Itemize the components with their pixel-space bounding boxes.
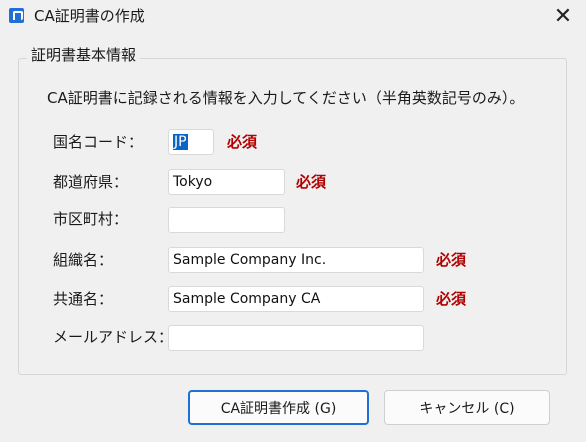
city-label: 市区町村：	[53, 210, 129, 228]
state-required-badge: 必須	[296, 173, 327, 191]
country-field[interactable]: JP	[168, 129, 214, 155]
close-button[interactable]: ✕	[540, 0, 586, 32]
organization-label: 組織名：	[53, 251, 114, 269]
organization-field[interactable]: Sample Company Inc.	[168, 247, 424, 273]
organization-required-badge: 必須	[436, 251, 467, 269]
app-icon	[9, 8, 24, 23]
state-label: 都道府県：	[53, 173, 129, 191]
country-required-badge: 必須	[227, 133, 258, 151]
instructions-text: CA証明書に記録される情報を入力してください（半角英数記号のみ）。	[47, 89, 525, 107]
email-field[interactable]	[168, 325, 424, 351]
cancel-button[interactable]: キャンセル (C)	[384, 390, 550, 425]
email-label: メールアドレス：	[53, 328, 174, 346]
common-name-required-badge: 必須	[436, 290, 467, 308]
city-field[interactable]	[168, 207, 285, 233]
common-name-field[interactable]: Sample Company CA	[168, 286, 424, 312]
group-title: 証明書基本情報	[27, 45, 141, 65]
country-value: JP	[173, 134, 188, 150]
window-title: CA証明書の作成	[34, 7, 145, 25]
state-field[interactable]: Tokyo	[168, 169, 285, 195]
title-bar: CA証明書の作成 ✕	[0, 0, 586, 34]
common-name-label: 共通名：	[53, 290, 114, 308]
country-label: 国名コード：	[53, 133, 144, 151]
create-certificate-button[interactable]: CA証明書作成 (G)	[188, 390, 369, 425]
